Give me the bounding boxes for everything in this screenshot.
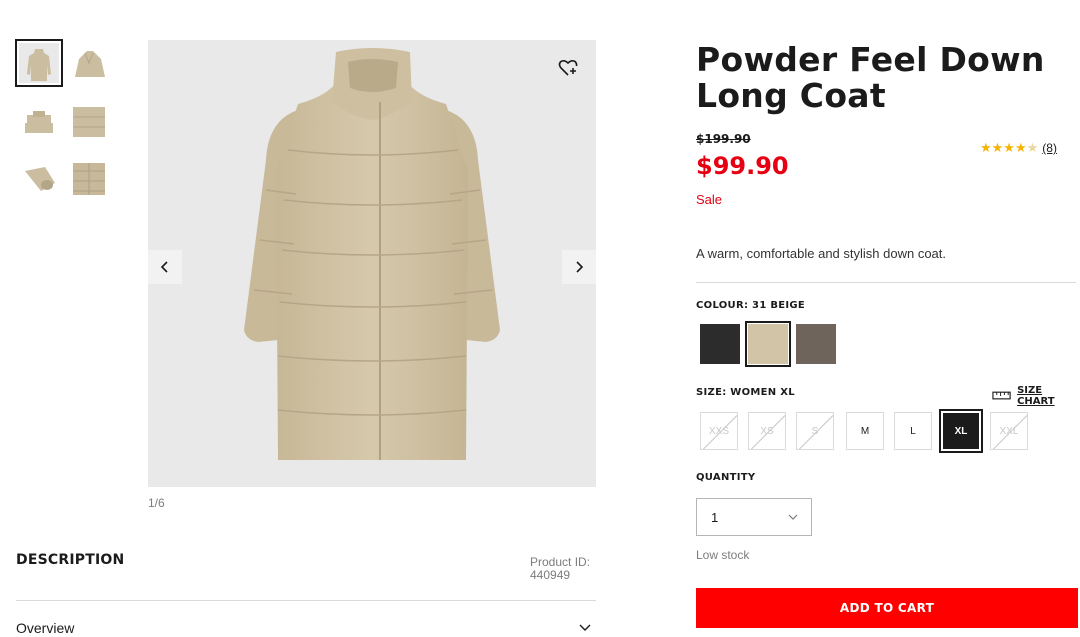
heart-plus-icon	[558, 59, 578, 76]
size-option-l[interactable]: L	[894, 412, 932, 450]
product-title-line-1: Powder Feel Down	[696, 40, 1045, 79]
product-title: Powder Feel Down Long Coat	[696, 42, 1076, 114]
quantity-value: 1	[711, 509, 719, 525]
size-option-xl[interactable]: XL	[939, 409, 983, 453]
product-id: Product ID: 440949	[530, 556, 590, 582]
coat-texture-thumbnail-icon	[69, 159, 109, 199]
coat-sleeve-thumbnail-icon	[19, 159, 59, 199]
thumbnail-6[interactable]	[66, 156, 112, 202]
overview-accordion-label[interactable]: Overview	[16, 620, 74, 636]
chevron-left-icon	[160, 261, 168, 273]
colour-swatch-brown[interactable]	[796, 324, 836, 364]
sale-flag: Sale	[696, 192, 723, 207]
long-down-coat-image	[244, 48, 500, 460]
product-title-line-2: Long Coat	[696, 76, 886, 115]
add-to-cart-button[interactable]: ADD TO CART	[696, 588, 1078, 628]
size-option-xxs[interactable]: XXS	[700, 412, 738, 450]
image-counter: 1/6	[148, 496, 165, 510]
add-to-wishlist-button[interactable]	[556, 56, 580, 80]
sale-price: $99.90	[696, 152, 789, 180]
thumbnail-1[interactable]	[15, 39, 63, 87]
review-count-link[interactable]: (8)	[1042, 141, 1057, 155]
ruler-icon	[992, 391, 1011, 400]
size-option-s[interactable]: S	[796, 412, 834, 450]
colour-swatch-beige[interactable]	[745, 321, 791, 367]
colour-swatch-black[interactable]	[700, 324, 740, 364]
colour-label: COLOUR: 31 BEIGE	[696, 300, 806, 311]
thumbnail-5[interactable]	[16, 156, 62, 202]
coat-detail-thumbnail-icon	[69, 101, 109, 141]
thumbnail-2[interactable]	[66, 40, 112, 86]
chevron-down-icon[interactable]	[578, 620, 592, 634]
product-rating: ★★★★★ (8)	[980, 140, 1057, 156]
chevron-right-icon	[576, 261, 584, 273]
stock-status: Low stock	[696, 548, 750, 562]
product-id-value: 440949	[530, 568, 571, 582]
coat-front-thumbnail-icon	[19, 43, 59, 83]
divider	[696, 282, 1076, 283]
product-tagline: A warm, comfortable and stylish down coa…	[696, 246, 947, 261]
thumbnail-3[interactable]	[16, 98, 62, 144]
size-label: SIZE: WOMEN XL	[696, 387, 795, 398]
coat-folded-thumbnail-icon	[19, 101, 59, 141]
quantity-label: QUANTITY	[696, 472, 756, 483]
description-heading: DESCRIPTION	[16, 552, 125, 568]
size-chart-label: SIZE CHART	[1017, 385, 1055, 407]
divider	[16, 600, 596, 601]
size-option-m[interactable]: M	[846, 412, 884, 450]
size-option-xs[interactable]: XS	[748, 412, 786, 450]
size-chart-link[interactable]: SIZE CHART	[992, 385, 1080, 407]
quantity-select[interactable]: 1	[696, 498, 812, 536]
original-price: $199.90	[696, 132, 751, 146]
chevron-down-icon	[788, 514, 798, 520]
coat-collar-thumbnail-icon	[69, 43, 109, 83]
previous-image-button[interactable]	[148, 250, 182, 284]
thumbnail-4[interactable]	[66, 98, 112, 144]
next-image-button[interactable]	[562, 250, 596, 284]
product-main-image	[148, 40, 596, 487]
rating-stars-icon: ★★★★★	[980, 140, 1039, 155]
size-option-xxl[interactable]: XXL	[990, 412, 1028, 450]
